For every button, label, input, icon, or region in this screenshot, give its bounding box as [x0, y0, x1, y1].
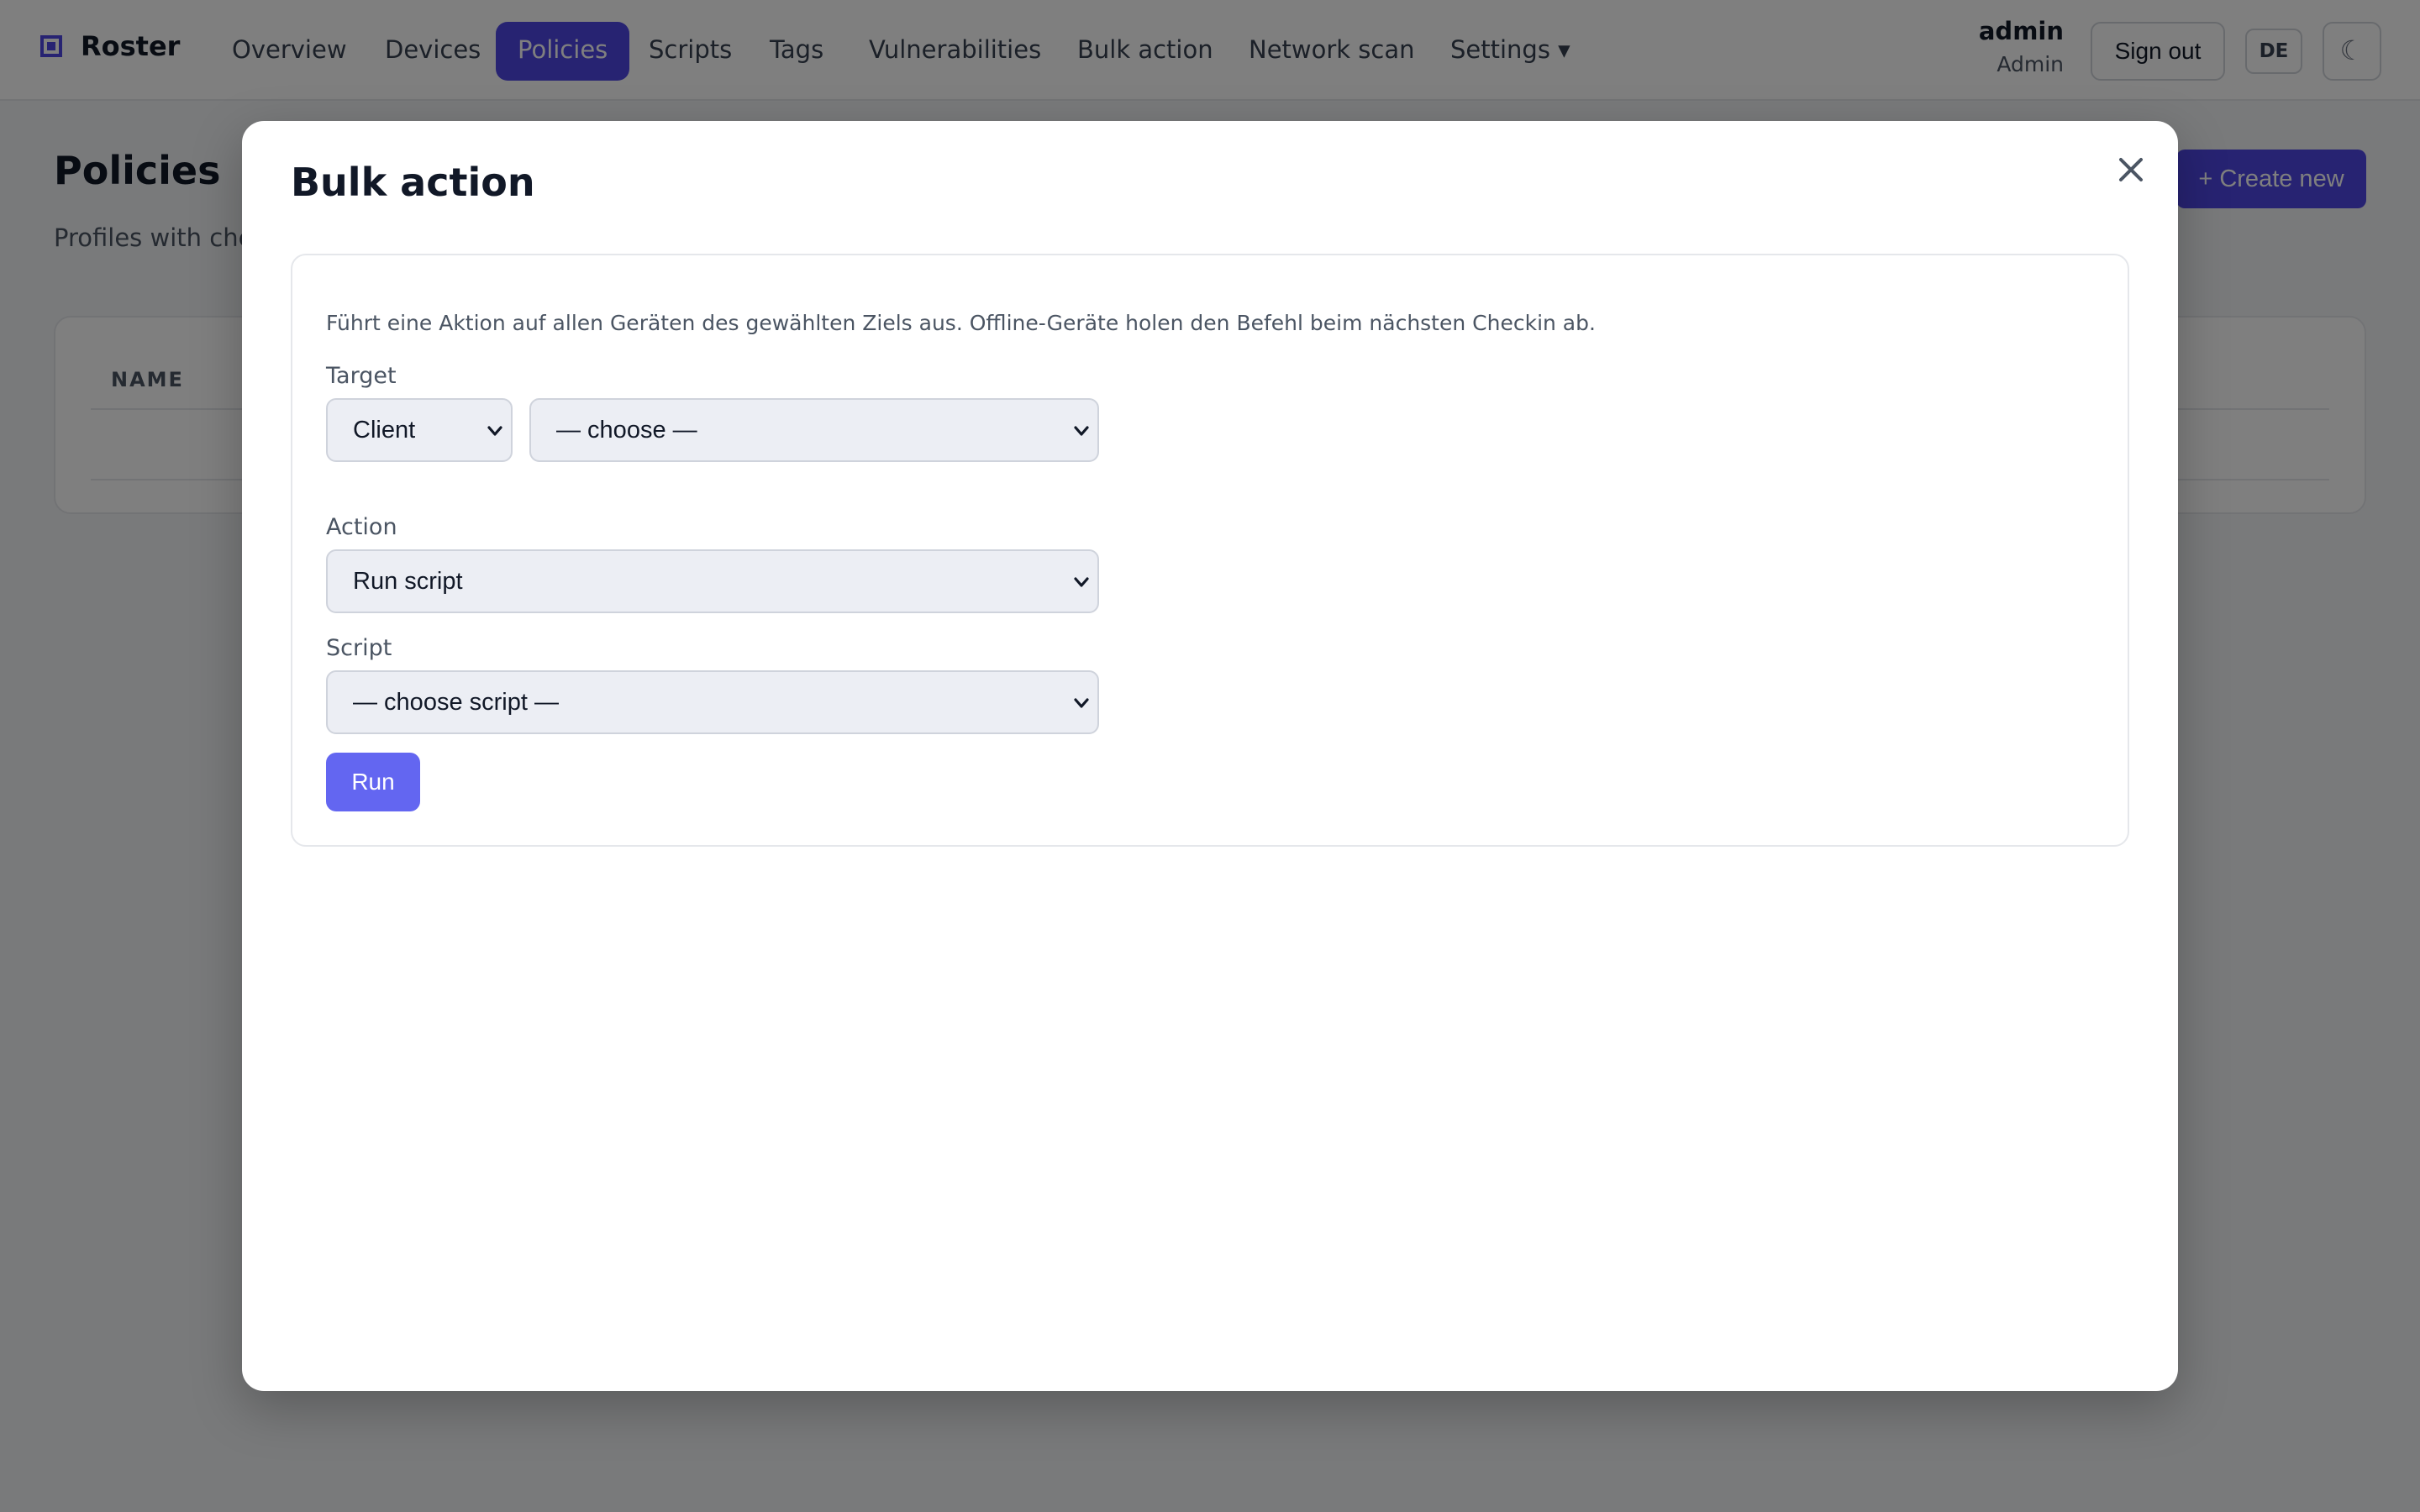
action-select[interactable]: Run script	[326, 549, 1099, 613]
action-label: Action	[326, 514, 397, 540]
run-button[interactable]: Run	[326, 753, 420, 811]
script-label: Script	[326, 635, 392, 661]
chevron-down-icon	[1074, 426, 1089, 436]
close-icon[interactable]	[2107, 146, 2154, 193]
bulk-action-form: Führt eine Aktion auf allen Geräten des …	[291, 254, 2129, 847]
bulk-action-modal: Bulk action Führt eine Aktion auf allen …	[242, 121, 2178, 1391]
chevron-down-icon	[1074, 698, 1089, 708]
target-label: Target	[326, 363, 397, 389]
target-item-value: — choose —	[556, 417, 697, 444]
target-item-select[interactable]: — choose —	[529, 398, 1099, 462]
target-type-value: Client	[353, 417, 416, 444]
script-value: — choose script —	[353, 689, 559, 716]
modal-title: Bulk action	[291, 160, 535, 205]
chevron-down-icon	[1074, 577, 1089, 587]
chevron-down-icon	[487, 426, 502, 436]
script-select[interactable]: — choose script —	[326, 670, 1099, 734]
form-description: Führt eine Aktion auf allen Geräten des …	[326, 311, 1596, 335]
action-value: Run script	[353, 568, 463, 595]
target-type-select[interactable]: Client	[326, 398, 513, 462]
